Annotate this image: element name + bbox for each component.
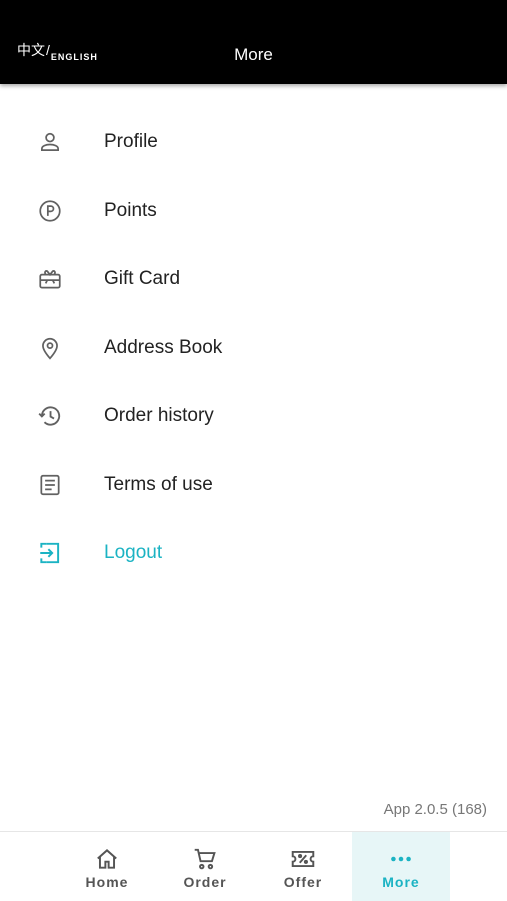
menu-item-label: Logout xyxy=(104,542,163,564)
menu-item-label: Points xyxy=(104,199,157,221)
top-app-bar: 中文/ENGLISH More xyxy=(0,0,507,84)
menu-item-logout[interactable]: Logout xyxy=(0,519,507,588)
menu-item-terms-of-use[interactable]: Terms of use xyxy=(0,451,507,520)
tab-offer[interactable]: Offer xyxy=(254,832,352,901)
coupon-icon xyxy=(254,846,352,872)
location-pin-icon xyxy=(36,334,64,362)
cart-icon xyxy=(156,846,254,872)
menu-item-order-history[interactable]: Order history xyxy=(0,382,507,451)
more-dots-icon xyxy=(352,846,450,872)
menu-item-address-book[interactable]: Address Book xyxy=(0,314,507,383)
menu-item-label: Address Book xyxy=(104,336,223,358)
page-title: More xyxy=(234,45,273,64)
app-version: App 2.0.5 (168) xyxy=(383,801,487,818)
tab-label: Home xyxy=(85,874,129,890)
tab-label: Offer xyxy=(283,874,323,890)
menu-item-label: Order history xyxy=(104,405,214,427)
menu-item-label: Terms of use xyxy=(104,473,213,495)
tab-label: More xyxy=(382,874,420,890)
gift-card-icon xyxy=(36,265,64,293)
tab-more[interactable]: More xyxy=(352,832,450,901)
menu-item-label: Profile xyxy=(104,131,158,153)
menu-item-gift-card[interactable]: Gift Card xyxy=(0,245,507,314)
logout-icon xyxy=(36,539,64,567)
more-menu: Profile Points Gift Card Address Book Or… xyxy=(0,108,507,588)
tab-order[interactable]: Order xyxy=(156,832,254,901)
person-icon xyxy=(36,128,64,156)
home-icon xyxy=(58,846,156,872)
bottom-navigation: Home Order Offer More xyxy=(0,831,507,901)
tab-label: Order xyxy=(183,874,227,890)
menu-item-label: Gift Card xyxy=(104,268,181,290)
document-icon xyxy=(36,471,64,499)
tab-home[interactable]: Home xyxy=(58,832,156,901)
menu-item-profile[interactable]: Profile xyxy=(0,108,507,177)
history-icon xyxy=(36,402,64,430)
menu-item-points[interactable]: Points xyxy=(0,177,507,246)
points-icon xyxy=(36,197,64,225)
